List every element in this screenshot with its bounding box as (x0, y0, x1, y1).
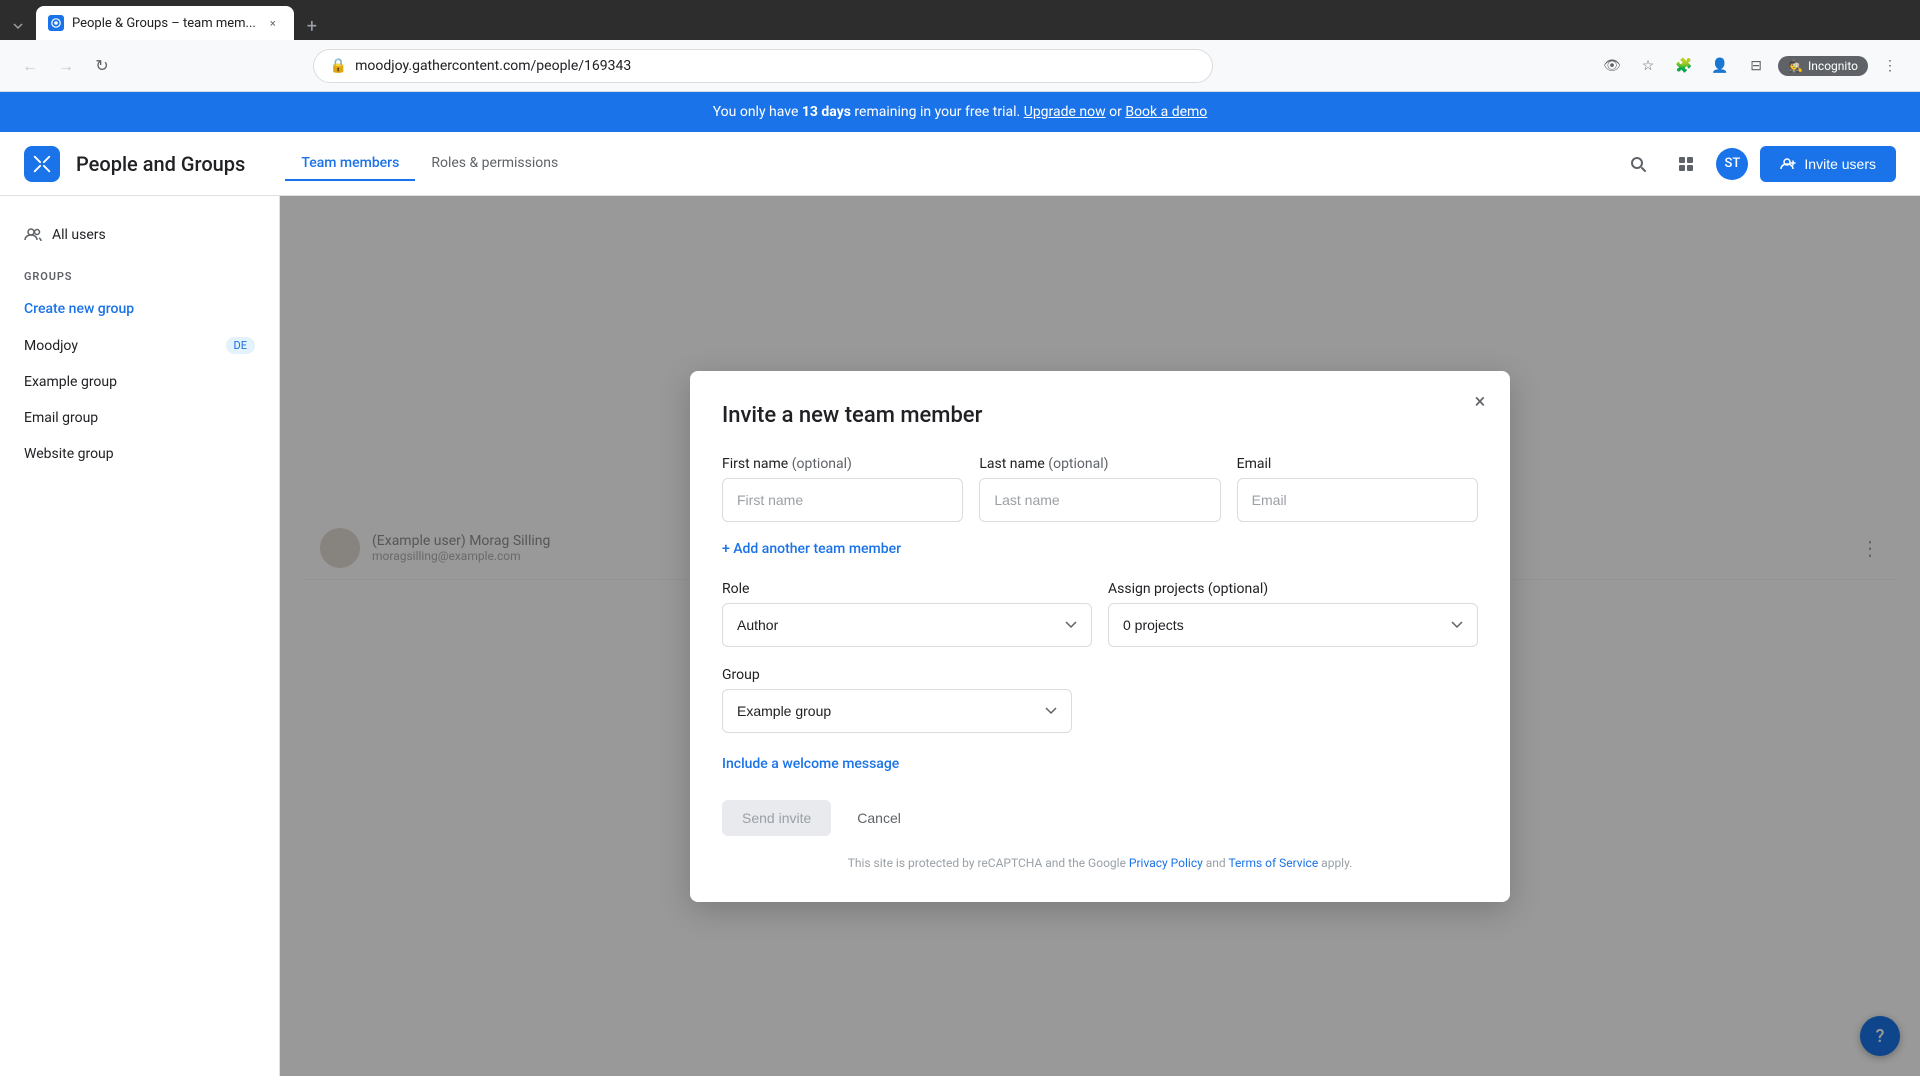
bookmark-icon[interactable]: ☆ (1634, 52, 1662, 80)
modal-title: Invite a new team member (722, 403, 1478, 428)
cancel-button[interactable]: Cancel (847, 800, 911, 836)
first-name-input[interactable] (722, 478, 963, 522)
menu-icon[interactable]: ⋮ (1876, 52, 1904, 80)
group-section: Group Example group Moodjoy Email group … (722, 667, 1478, 733)
tab-close-button[interactable]: × (264, 14, 282, 32)
app-title: People and Groups (76, 152, 245, 176)
include-welcome-message-link[interactable]: Include a welcome message (722, 756, 899, 772)
header-nav: Team members Roles & permissions (285, 147, 574, 181)
user-avatar[interactable]: ST (1716, 148, 1748, 180)
create-new-group[interactable]: Create new group (0, 291, 279, 327)
tab-menu-button[interactable] (4, 12, 32, 40)
all-users-label: All users (52, 227, 106, 243)
group-label: Group (722, 667, 1478, 683)
projects-select[interactable]: 0 projects (1108, 603, 1478, 647)
modal-close-button[interactable]: × (1466, 387, 1494, 415)
sidebar: All users GROUPS Create new group Moodjo… (0, 196, 280, 1076)
role-group: Role Author Editor Owner Reviewer (722, 581, 1092, 647)
groups-section-label: GROUPS (0, 254, 279, 291)
group-name-moodjoy: Moodjoy (24, 338, 78, 354)
invite-users-button[interactable]: Invite users (1760, 146, 1896, 182)
search-button[interactable] (1620, 146, 1656, 182)
trial-banner: You only have 13 days remaining in your … (0, 92, 1920, 132)
last-name-label: Last name (optional) (979, 456, 1220, 472)
email-label: Email (1237, 456, 1478, 472)
tab-title: People & Groups – team mem... (72, 16, 256, 31)
send-invite-button[interactable]: Send invite (722, 800, 831, 836)
sidebar-group-email[interactable]: Email group (0, 400, 279, 436)
incognito-label: Incognito (1808, 59, 1858, 73)
group-select[interactable]: Example group Moodjoy Email group Websit… (722, 689, 1072, 733)
sidebar-group-website[interactable]: Website group (0, 436, 279, 472)
group-name-example: Example group (24, 374, 117, 390)
back-button[interactable]: ← (16, 52, 44, 80)
invite-modal: × Invite a new team member First name (o… (690, 371, 1510, 902)
sidebar-group-moodjoy[interactable]: Moodjoy DE (0, 327, 279, 364)
header-right: ST Invite users (1620, 146, 1896, 182)
incognito-icon: 🕵 (1788, 59, 1803, 73)
grid-button[interactable] (1668, 146, 1704, 182)
recaptcha-text-end: apply. (1321, 856, 1352, 870)
reload-button[interactable]: ↻ (88, 52, 116, 80)
email-group: Email (1237, 456, 1478, 522)
email-input[interactable] (1237, 478, 1478, 522)
new-tab-button[interactable]: + (298, 12, 326, 40)
add-another-member-link[interactable]: + Add another team member (722, 541, 901, 557)
first-name-label: First name (optional) (722, 456, 963, 472)
main-content: (Example user) Morag Silling moragsillin… (280, 196, 1920, 1076)
sidebar-all-users[interactable]: All users (0, 216, 279, 254)
page-content: You only have 13 days remaining in your … (0, 92, 1920, 1080)
banner-or: or (1109, 104, 1125, 120)
last-name-group: Last name (optional) (979, 456, 1220, 522)
first-name-group: First name (optional) (722, 456, 963, 522)
incognito-badge: 🕵 Incognito (1778, 56, 1868, 76)
name-email-row: First name (optional) Last name (722, 456, 1478, 522)
toolbar-actions: 👁 ☆ 🧩 👤 ⊟ 🕵 Incognito ⋮ (1598, 52, 1904, 80)
upgrade-link[interactable]: Upgrade now (1024, 104, 1106, 120)
group-name-website: Website group (24, 446, 114, 462)
last-name-input[interactable] (979, 478, 1220, 522)
banner-days: 13 days (802, 104, 851, 120)
invite-users-label: Invite users (1804, 156, 1876, 172)
moodjoy-badge: DE (226, 337, 255, 354)
profile-icon[interactable]: 👤 (1706, 52, 1734, 80)
projects-label: Assign projects (optional) (1108, 581, 1478, 597)
group-name-email: Email group (24, 410, 98, 426)
address-text: moodjoy.gathercontent.com/people/169343 (355, 58, 1196, 74)
sidebar-icon[interactable]: ⊟ (1742, 52, 1770, 80)
recaptcha-notice: This site is protected by reCAPTCHA and … (722, 856, 1478, 870)
app-body: All users GROUPS Create new group Moodjo… (0, 196, 1920, 1076)
sidebar-group-example[interactable]: Example group (0, 364, 279, 400)
browser-tabs: People & Groups – team mem... × + (0, 0, 1920, 40)
banner-text-mid: remaining in your free trial. (854, 104, 1023, 120)
active-tab[interactable]: People & Groups – team mem... × (36, 6, 294, 40)
role-projects-row: Role Author Editor Owner Reviewer Assign… (722, 581, 1478, 647)
lock-icon: 🔒 (330, 58, 347, 74)
recaptcha-and: and (1206, 856, 1229, 870)
book-demo-link[interactable]: Book a demo (1125, 104, 1207, 120)
modal-overlay: × Invite a new team member First name (o… (280, 196, 1920, 1076)
eye-icon[interactable]: 👁 (1598, 52, 1626, 80)
banner-text-start: You only have (713, 104, 802, 120)
projects-group: Assign projects (optional) 0 projects (1108, 581, 1478, 647)
role-label: Role (722, 581, 1092, 597)
terms-of-service-link[interactable]: Terms of Service (1228, 856, 1318, 870)
tab-roles-permissions[interactable]: Roles & permissions (415, 147, 574, 181)
privacy-policy-link[interactable]: Privacy Policy (1129, 856, 1203, 870)
browser-toolbar: ← → ↻ 🔒 moodjoy.gathercontent.com/people… (0, 40, 1920, 92)
tab-team-members[interactable]: Team members (285, 147, 415, 181)
address-bar[interactable]: 🔒 moodjoy.gathercontent.com/people/16934… (313, 49, 1213, 83)
role-select[interactable]: Author Editor Owner Reviewer (722, 603, 1092, 647)
extensions-icon[interactable]: 🧩 (1670, 52, 1698, 80)
recaptcha-text-start: This site is protected by reCAPTCHA and … (848, 856, 1129, 870)
app-header: People and Groups Team members Roles & p… (0, 132, 1920, 196)
forward-button[interactable]: → (52, 52, 80, 80)
tab-favicon (48, 15, 64, 31)
app-logo (24, 146, 60, 182)
create-group-label: Create new group (24, 301, 134, 317)
modal-actions: Send invite Cancel (722, 800, 1478, 836)
